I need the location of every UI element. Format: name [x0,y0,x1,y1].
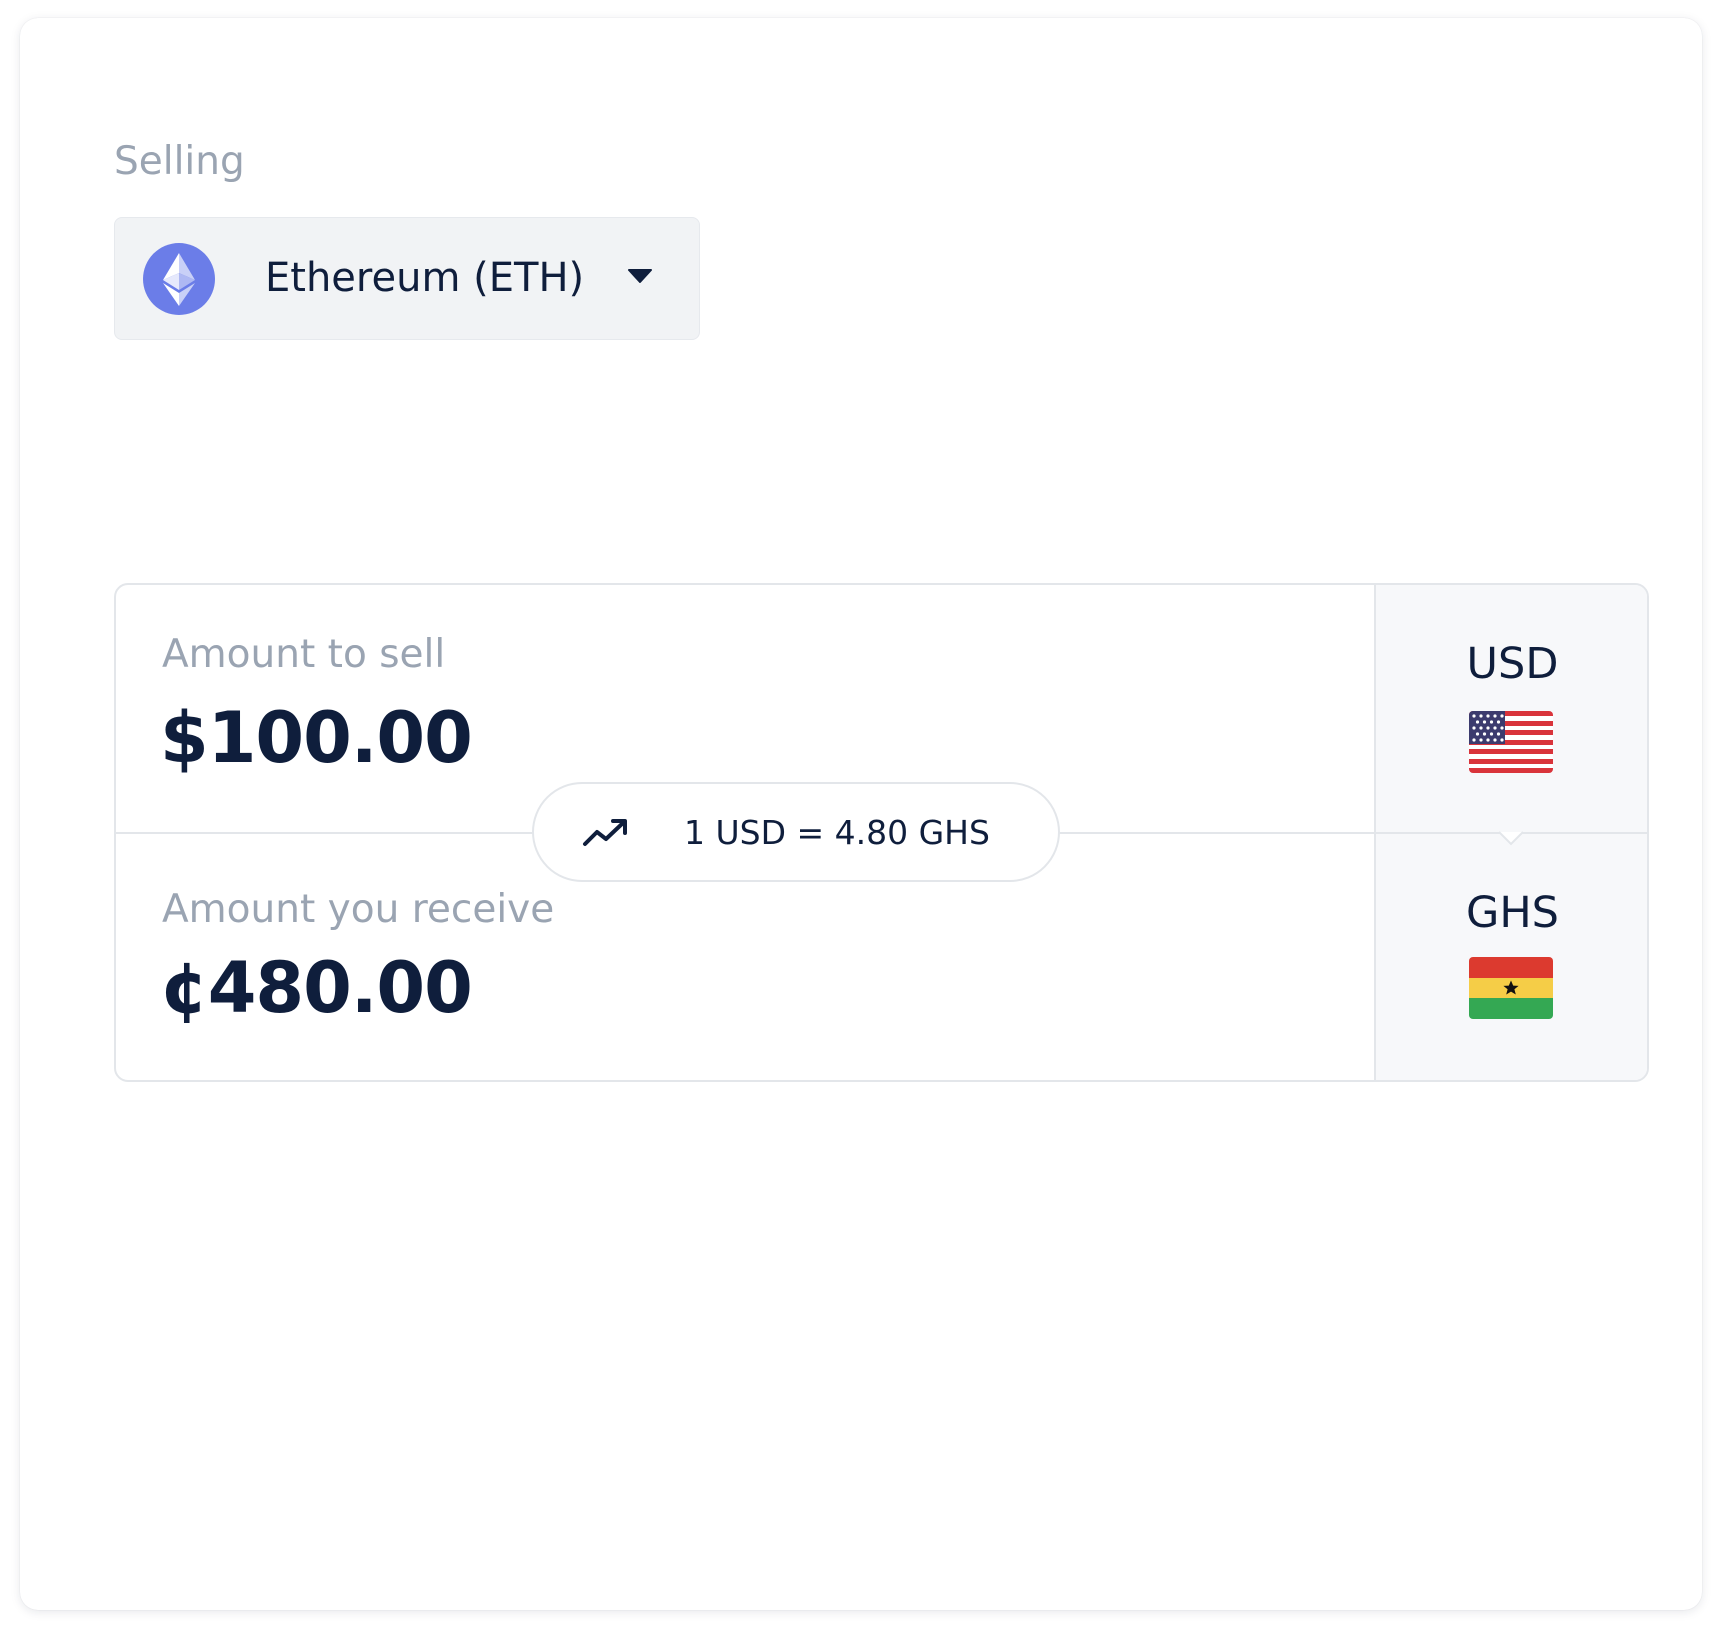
sell-crypto-card: Selling Ethereum (ETH) USD GHS Amount to… [20,18,1702,1610]
currency-converter: USD GHS Amount to sell $100.00 Amount yo… [114,583,1649,1082]
exchange-rate-pill: 1 USD = 4.80 GHS [532,782,1060,882]
trending-up-icon [583,819,627,846]
amount-you-receive-value[interactable]: ¢480.00 [160,953,473,1023]
caret-down-icon [628,269,652,283]
ethereum-icon [143,243,215,315]
exchange-rate-text: 1 USD = 4.80 GHS [684,813,990,852]
amount-you-receive-label: Amount you receive [162,887,555,932]
selling-label: Selling [114,139,245,184]
sell-currency-code[interactable]: USD [1376,643,1649,686]
asset-select-dropdown[interactable]: Ethereum (ETH) [114,217,700,340]
amount-to-sell-value[interactable]: $100.00 [160,703,473,773]
currency-pointer [1499,831,1523,846]
receive-currency-code[interactable]: GHS [1376,892,1649,935]
asset-name: Ethereum (ETH) [265,255,585,301]
us-flag-icon[interactable] [1469,711,1553,773]
amount-to-sell-label: Amount to sell [162,632,446,677]
ghana-flag-icon[interactable] [1469,957,1553,1019]
